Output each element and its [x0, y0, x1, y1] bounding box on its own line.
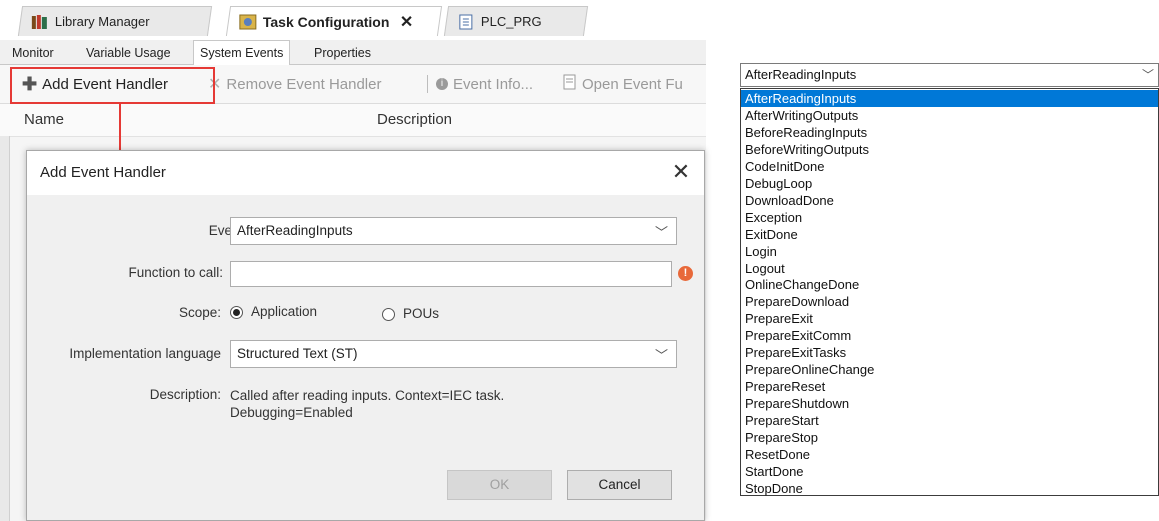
remove-event-handler-button[interactable]: ✕ Remove Event Handler: [208, 73, 381, 95]
info-icon: i: [436, 78, 448, 90]
event-dropdown[interactable]: AfterReadingInputs ﹀: [740, 63, 1159, 87]
dropdown-option[interactable]: StopDone: [741, 480, 1158, 497]
scope-pous-radio[interactable]: [382, 308, 395, 321]
event-label: Event:: [208, 223, 247, 238]
dropdown-option[interactable]: DownloadDone: [741, 192, 1158, 209]
dialog-title-bar: Add Event Handler ✕: [27, 151, 704, 195]
event-select[interactable]: AfterReadingInputs ﹀: [230, 217, 677, 245]
dropdown-option[interactable]: PrepareExitTasks: [741, 344, 1158, 361]
implementation-language-value: Structured Text (ST): [237, 346, 358, 361]
open-event-function-button[interactable]: Open Event Fu: [563, 73, 683, 95]
tab-label: PLC_PRG: [480, 14, 542, 29]
annotation-highlight-box: [10, 67, 215, 104]
event-info-button[interactable]: i Event Info...: [436, 73, 533, 95]
open-event-function-label: Open Event Fu: [582, 75, 683, 93]
dropdown-option[interactable]: PrepareStop: [741, 429, 1158, 446]
dropdown-option[interactable]: AfterReadingInputs: [741, 90, 1158, 107]
dropdown-option[interactable]: AfterWritingOutputs: [741, 107, 1158, 124]
dropdown-option[interactable]: OnlineChangeDone: [741, 276, 1158, 293]
description-label: Description:: [149, 387, 221, 402]
tab-variable-usage[interactable]: Variable Usage: [80, 42, 177, 64]
dropdown-option[interactable]: PrepareOnlineChange: [741, 361, 1158, 378]
warning-icon: !: [678, 266, 693, 281]
dropdown-option[interactable]: PrepareReset: [741, 378, 1158, 395]
event-table-header: [0, 104, 706, 137]
chevron-down-icon: ﹀: [654, 225, 668, 240]
left-gutter: [0, 136, 10, 521]
close-icon[interactable]: ✕: [668, 159, 694, 185]
chevron-down-icon: ﹀: [1141, 68, 1154, 82]
add-event-handler-dialog: Add Event Handler ✕ Event: AfterReadingI…: [26, 150, 705, 521]
dropdown-option[interactable]: DebugLoop: [741, 175, 1158, 192]
dropdown-option[interactable]: PrepareExit: [741, 310, 1158, 327]
document-tab-bar: Library Manager Task Configuration ✕ PLC…: [0, 0, 706, 40]
event-select-value: AfterReadingInputs: [237, 223, 353, 238]
dropdown-option[interactable]: StartDone: [741, 463, 1158, 480]
document-icon: [457, 14, 475, 30]
toolbar-separator: [427, 75, 428, 93]
dropdown-option[interactable]: PrepareDownload: [741, 293, 1158, 310]
implementation-language-label: Implementation language: [69, 346, 221, 361]
scope-pous-label: POUs: [403, 306, 440, 321]
task-config-icon: [239, 14, 257, 30]
event-dropdown-value: AfterReadingInputs: [745, 67, 857, 82]
description-text-line-1: Called after reading inputs. Context=IEC…: [230, 388, 505, 403]
dropdown-option[interactable]: Exception: [741, 209, 1158, 226]
column-header-name: Name: [24, 111, 65, 128]
dropdown-option[interactable]: PrepareShutdown: [741, 395, 1158, 412]
open-document-icon: [563, 74, 577, 94]
function-to-call-label: Function to call:: [128, 265, 223, 280]
event-info-label: Event Info...: [453, 75, 534, 93]
implementation-language-select[interactable]: Structured Text (ST) ﹀: [230, 340, 677, 368]
dropdown-option[interactable]: ExitDone: [741, 226, 1158, 243]
dropdown-option[interactable]: Logout: [741, 260, 1158, 277]
cancel-button[interactable]: Cancel: [567, 470, 672, 500]
dropdown-option[interactable]: PrepareExitComm: [741, 327, 1158, 344]
dialog-title: Add Event Handler: [40, 164, 166, 181]
remove-event-handler-label: Remove Event Handler: [226, 75, 382, 93]
library-icon: [31, 14, 49, 30]
scope-application-radio[interactable]: [230, 306, 243, 319]
close-tab-icon[interactable]: ✕: [399, 12, 412, 32]
dropdown-option[interactable]: BeforeWritingOutputs: [741, 141, 1158, 158]
tab-system-events[interactable]: System Events: [193, 40, 291, 65]
tab-properties[interactable]: Properties: [308, 42, 377, 64]
dropdown-option[interactable]: BeforeReadingInputs: [741, 124, 1158, 141]
function-to-call-input[interactable]: [230, 261, 672, 287]
ok-button[interactable]: OK: [447, 470, 552, 500]
dropdown-option[interactable]: PrepareStart: [741, 412, 1158, 429]
dropdown-option[interactable]: Login: [741, 243, 1158, 260]
tab-plc-prg[interactable]: PLC_PRG: [443, 6, 589, 36]
chevron-down-icon: ﹀: [654, 348, 668, 363]
annotation-arrow: [119, 104, 121, 152]
tab-label: Task Configuration: [262, 13, 390, 30]
editor-sub-tabs: Monitor Variable Usage System Events Pro…: [0, 40, 706, 65]
scope-label: Scope:: [178, 305, 221, 320]
column-header-description: Description: [377, 111, 453, 128]
dropdown-option[interactable]: CodeInitDone: [741, 158, 1158, 175]
event-dropdown-list: AfterReadingInputs AfterWritingOutputs Bef…: [740, 88, 1159, 496]
description-text-line-2: Debugging=Enabled: [230, 405, 353, 420]
tab-task-configuration[interactable]: Task Configuration ✕: [225, 6, 443, 36]
tab-library-manager[interactable]: Library Manager: [17, 6, 213, 36]
ide-panel: Library Manager Task Configuration ✕ PLC…: [0, 0, 706, 521]
tab-monitor[interactable]: Monitor: [6, 42, 60, 64]
tab-label: Library Manager: [54, 14, 150, 29]
scope-application-label: Application: [251, 304, 318, 319]
dropdown-option[interactable]: ResetDone: [741, 446, 1158, 463]
